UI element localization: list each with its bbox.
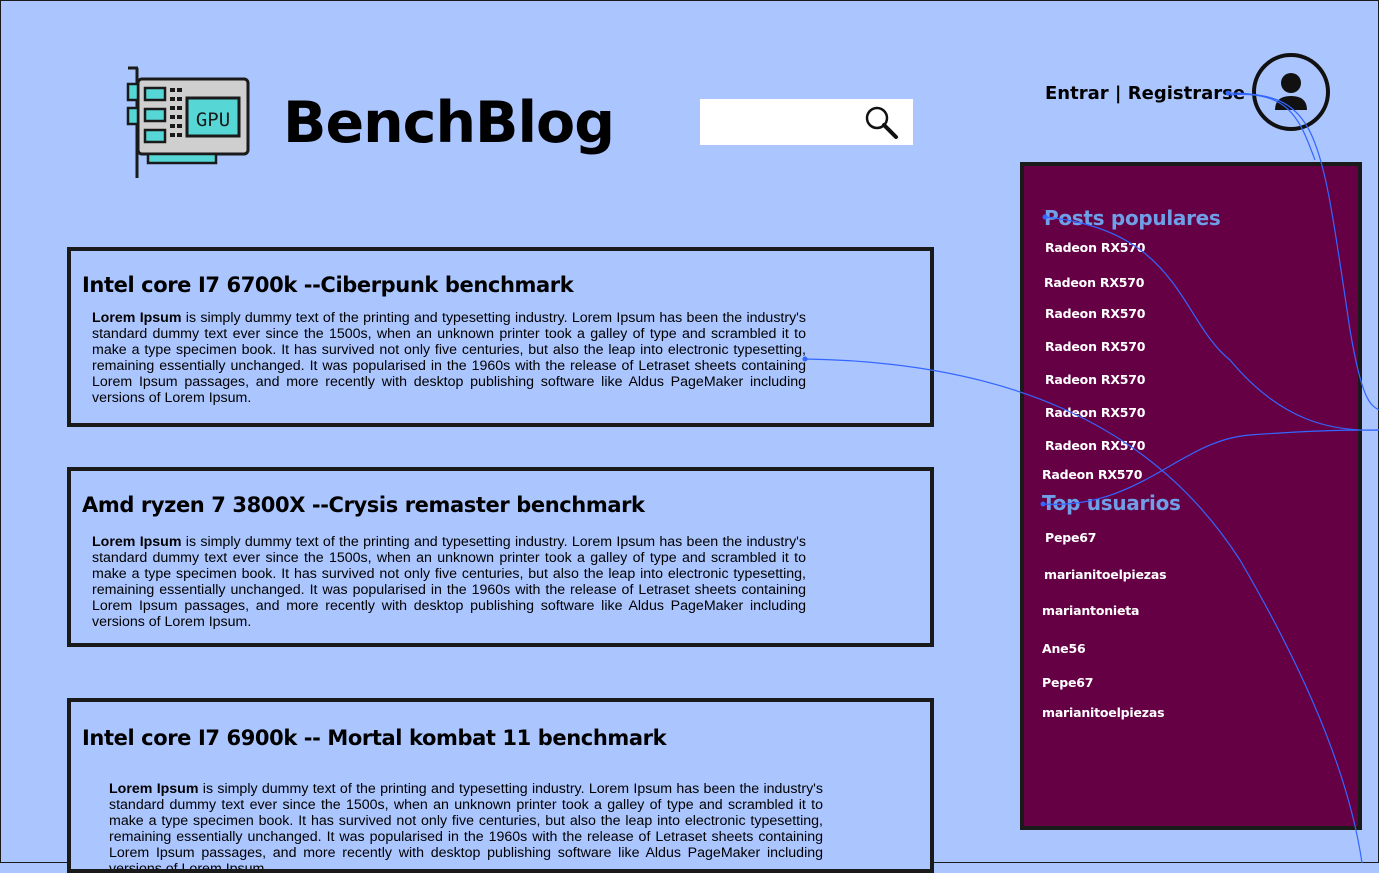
post-excerpt: Lorem Ipsum is simply dummy text of the … (92, 310, 806, 406)
post-excerpt-lead: Lorem Ipsum (92, 534, 182, 550)
search-input[interactable] (700, 99, 850, 145)
post-excerpt-lead: Lorem Ipsum (92, 310, 182, 326)
auth-links: Entrar | Registrarse (1045, 82, 1245, 106)
top-user-item[interactable]: marianitoelpiezas (1042, 705, 1165, 721)
popular-post-item[interactable]: Radeon RX570 (1045, 339, 1145, 355)
login-link[interactable]: Entrar (1045, 83, 1109, 104)
post-card[interactable]: Intel core I7 6700k --Ciberpunk benchmar… (67, 247, 934, 427)
top-user-item[interactable]: mariantonieta (1042, 603, 1139, 619)
post-card[interactable]: Intel core I7 6900k -- Mortal kombat 11 … (67, 698, 934, 873)
top-user-item[interactable]: Ane56 (1042, 641, 1086, 657)
post-title[interactable]: Intel core I7 6700k --Ciberpunk benchmar… (82, 271, 574, 299)
top-user-item[interactable]: Pepe67 (1045, 530, 1096, 546)
post-title[interactable]: Intel core I7 6900k -- Mortal kombat 11 … (82, 724, 667, 752)
post-excerpt-text: is simply dummy text of the printing and… (109, 781, 823, 873)
top-user-item[interactable]: Pepe67 (1042, 675, 1093, 691)
popular-post-item[interactable]: Radeon RX570 (1044, 275, 1144, 291)
popular-post-item[interactable]: Radeon RX570 (1045, 405, 1145, 421)
post-excerpt-text: is simply dummy text of the printing and… (92, 310, 806, 406)
post-excerpt: Lorem Ipsum is simply dummy text of the … (109, 781, 823, 873)
post-excerpt-text: is simply dummy text of the printing and… (92, 534, 806, 630)
auth-separator: | (1114, 83, 1122, 104)
popular-post-item[interactable]: Radeon RX570 (1045, 240, 1145, 256)
user-avatar-icon[interactable] (1251, 52, 1331, 132)
register-link[interactable]: Registrarse (1128, 83, 1245, 104)
site-title: BenchBlog (283, 90, 615, 156)
post-excerpt: Lorem Ipsum is simply dummy text of the … (92, 534, 806, 630)
popular-post-item[interactable]: Radeon RX570 (1045, 372, 1145, 388)
top-users-heading: Top usuarios (1042, 491, 1181, 515)
gpu-card-icon: GPU (126, 66, 250, 178)
top-user-item[interactable]: marianitoelpiezas (1044, 567, 1167, 583)
popular-posts-heading: Posts populares (1044, 206, 1221, 230)
search-icon[interactable] (862, 104, 900, 140)
popular-post-item[interactable]: Radeon RX570 (1045, 438, 1145, 454)
post-card[interactable]: Amd ryzen 7 3800X --Crysis remaster benc… (67, 467, 934, 647)
popular-post-item[interactable]: Radeon RX570 (1045, 306, 1145, 322)
logo-text: GPU (196, 109, 230, 131)
post-excerpt-lead: Lorem Ipsum (109, 781, 199, 797)
post-title[interactable]: Amd ryzen 7 3800X --Crysis remaster benc… (82, 491, 645, 519)
popular-post-item[interactable]: Radeon RX570 (1042, 467, 1142, 483)
